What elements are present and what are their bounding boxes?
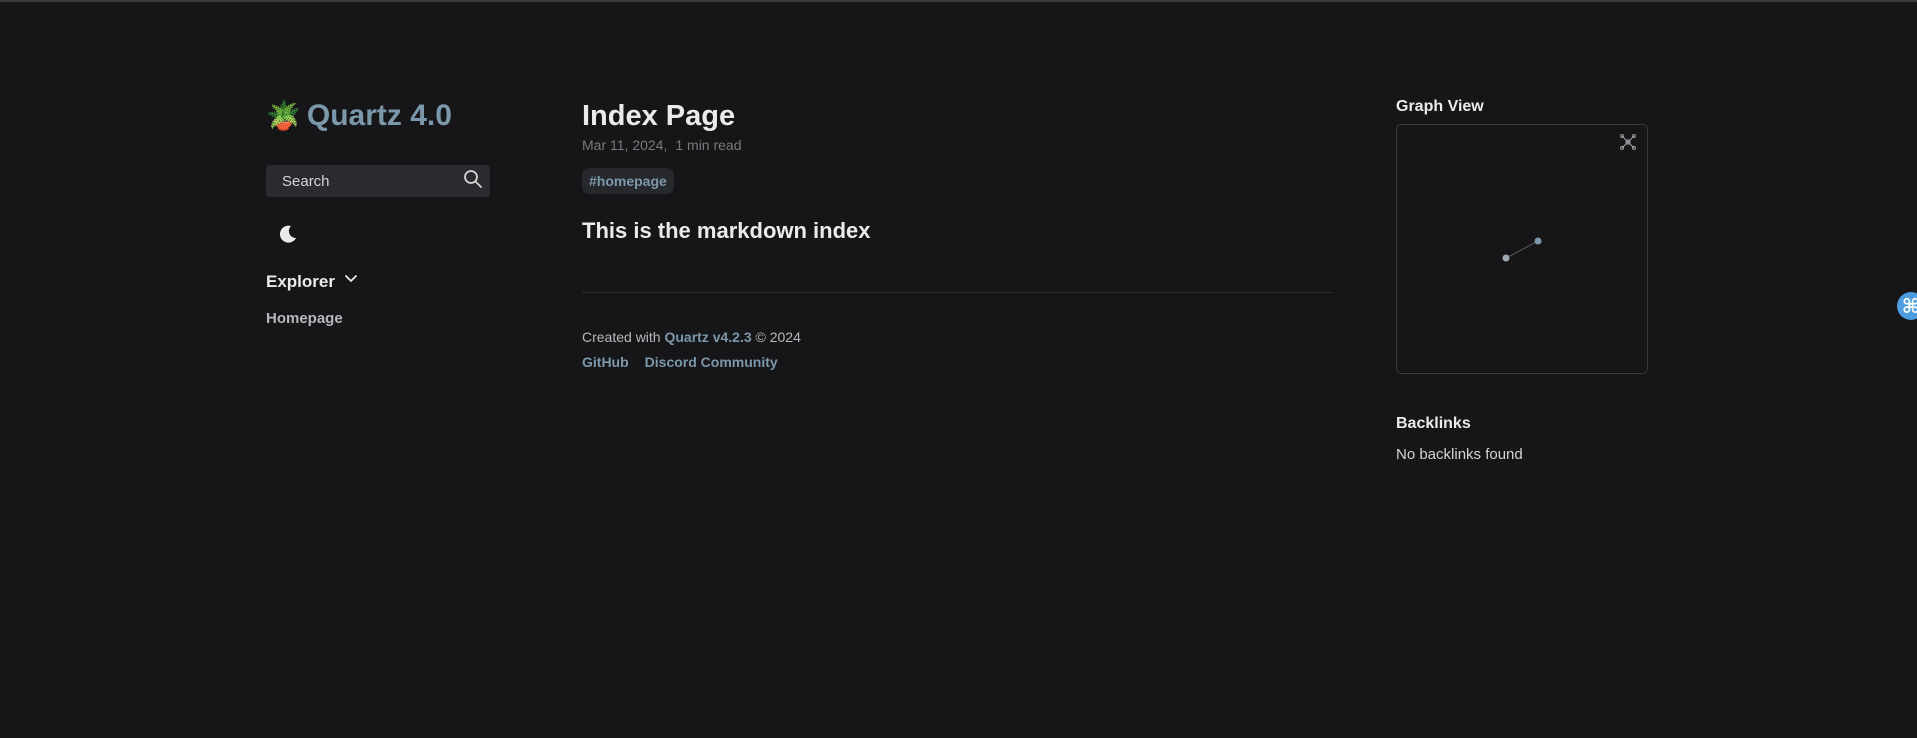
moon-icon bbox=[277, 223, 299, 250]
graph-canvas[interactable] bbox=[1397, 125, 1647, 373]
content-heading: This is the markdown index bbox=[582, 218, 871, 243]
page-title: Index Page bbox=[582, 100, 736, 132]
site-title-text[interactable]: Quartz 4.0 bbox=[307, 99, 452, 133]
footer-copyright: © 2024 bbox=[755, 329, 801, 345]
top-border bbox=[0, 0, 1917, 2]
divider bbox=[582, 292, 1332, 293]
main-content: Index Page Mar 11, 2024, 1 min read #hom… bbox=[582, 96, 1332, 370]
right-sidebar: Graph View Backlinks No backlinks found bbox=[1396, 98, 1648, 463]
graph-view-title: Graph View bbox=[1396, 98, 1484, 115]
read-time: 1 min read bbox=[675, 137, 742, 153]
potted-plant-icon: 🪴 bbox=[266, 100, 301, 131]
page-date: Mar 11, 2024, bbox=[582, 137, 668, 153]
graph-view[interactable] bbox=[1396, 124, 1648, 374]
backlinks-section: Backlinks No backlinks found bbox=[1396, 415, 1648, 463]
github-link[interactable]: GitHub bbox=[582, 354, 629, 370]
footer-credit: Created with Quartz v4.2.3 © 2024 bbox=[582, 329, 1332, 345]
graph-node[interactable] bbox=[1534, 237, 1542, 245]
page-meta: Mar 11, 2024, 1 min read bbox=[582, 137, 1332, 153]
discord-link[interactable]: Discord Community bbox=[645, 354, 778, 370]
command-icon[interactable]: ⌘ bbox=[1897, 292, 1917, 320]
explorer-toggle[interactable]: Explorer bbox=[266, 271, 492, 292]
quartz-link[interactable]: Quartz v4.2.3 bbox=[664, 329, 751, 345]
search-button[interactable]: Search bbox=[266, 165, 490, 197]
tag-homepage[interactable]: #homepage bbox=[582, 168, 674, 194]
search-icon bbox=[463, 169, 483, 194]
footer-links: GitHub Discord Community bbox=[582, 354, 1332, 370]
graph-node[interactable] bbox=[1502, 254, 1510, 262]
backlinks-title: Backlinks bbox=[1396, 415, 1471, 432]
dark-mode-toggle[interactable] bbox=[275, 223, 301, 249]
backlinks-empty: No backlinks found bbox=[1396, 446, 1523, 463]
chevron-down-icon bbox=[343, 271, 359, 292]
explorer-item-homepage[interactable]: Homepage bbox=[266, 310, 492, 327]
footer: Created with Quartz v4.2.3 © 2024 GitHub… bbox=[582, 329, 1332, 370]
search-placeholder: Search bbox=[282, 172, 330, 190]
explorer-title: Explorer bbox=[266, 271, 335, 291]
global-graph-icon[interactable] bbox=[1619, 133, 1637, 156]
left-sidebar: 🪴 Quartz 4.0 Search Explorer Homepage bbox=[266, 96, 492, 327]
site-title[interactable]: 🪴 Quartz 4.0 bbox=[266, 96, 492, 136]
footer-created-prefix: Created with bbox=[582, 329, 661, 345]
